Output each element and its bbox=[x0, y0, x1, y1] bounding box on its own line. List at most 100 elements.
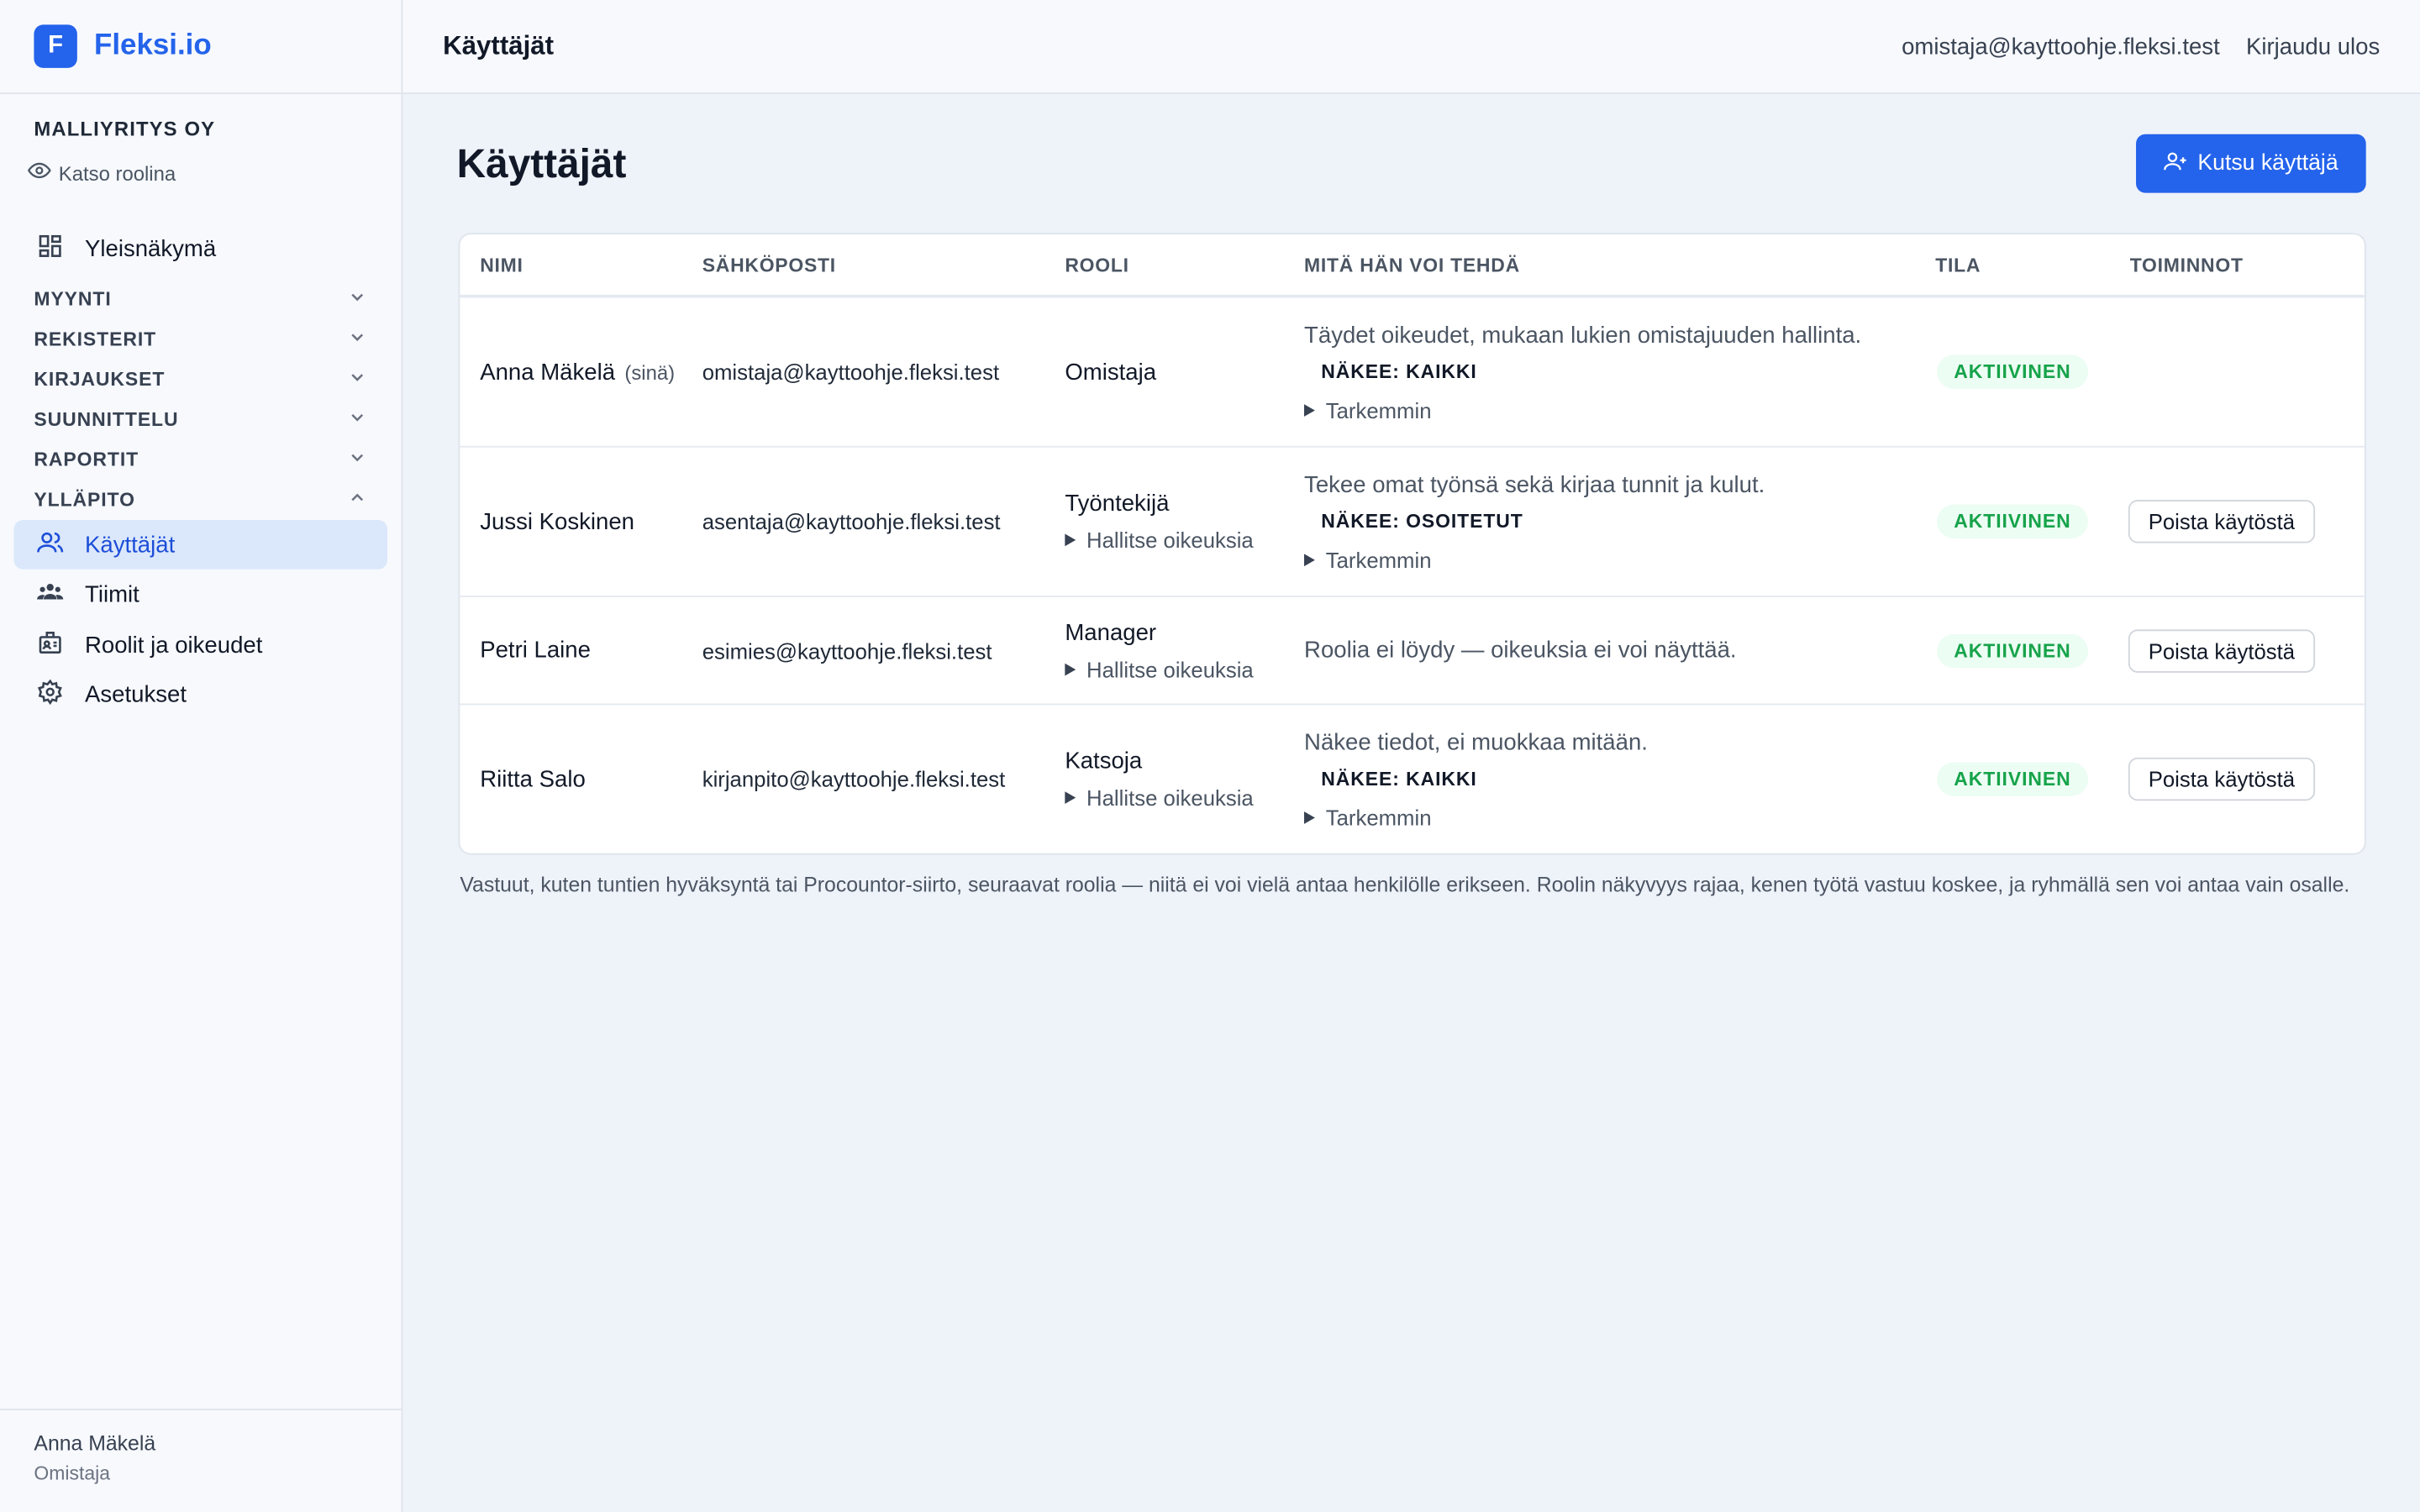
users-icon bbox=[37, 528, 64, 561]
user-email: kirjanpito@kayttoohje.fleksi.test bbox=[702, 766, 1006, 792]
header-actions: TOIMINNOT bbox=[2129, 254, 2244, 276]
current-user-role: Omistaja bbox=[34, 1462, 111, 1484]
details-label: Tarkemmin bbox=[1325, 547, 1432, 572]
user-name-text: Anna Mäkelä bbox=[480, 359, 616, 386]
section-label: KIRJAUKSET bbox=[34, 368, 166, 391]
header-state: TILA bbox=[1935, 254, 1981, 276]
eye-icon bbox=[27, 159, 59, 186]
header-email: SÄHKÖPOSTI bbox=[702, 254, 836, 276]
visibility-label: NÄKEE: KAIKKI bbox=[1321, 767, 1477, 790]
table-row: Petri Laine esimies@kayttoohje.fleksi.te… bbox=[460, 597, 2365, 706]
page-title: Käyttäjät bbox=[456, 139, 627, 186]
table-header: NIMI SÄHKÖPOSTI ROOLI MITÄ HÄN VOI TEHDÄ… bbox=[460, 234, 2365, 298]
manage-label: Hallitse oikeuksia bbox=[1086, 528, 1254, 553]
sidebar: F Fleksi.io MALLIYRITYS OY Katso roolina… bbox=[0, 0, 403, 1512]
user-name: Anna Mäkelä (sinä) bbox=[460, 359, 702, 385]
section-myynti[interactable]: MYYNTI bbox=[0, 279, 402, 319]
section-suunnittelu[interactable]: SUUNNITTELU bbox=[0, 400, 402, 440]
gear-icon bbox=[37, 679, 63, 711]
sidebar-item-label: Käyttäjät bbox=[85, 531, 176, 558]
status-badge: AKTIIVINEN bbox=[1937, 633, 2088, 668]
user-email: omistaja@kayttoohje.fleksi.test bbox=[702, 359, 1000, 385]
sidebar-item-label: Tiimit bbox=[85, 581, 139, 608]
dashboard-icon bbox=[37, 232, 63, 265]
sidebar-item-overview[interactable]: Yleisnäkymä bbox=[14, 223, 387, 273]
sidebar-item-roles[interactable]: Roolit ja oikeudet bbox=[14, 620, 387, 669]
user-state: AKTIIVINEN bbox=[1935, 354, 2129, 389]
user-name: Jussi Koskinen bbox=[480, 508, 635, 535]
user-permissions: Näkee tiedot, ei muokkaa mitään. NÄKEE: … bbox=[1304, 729, 1935, 829]
details-toggle[interactable]: Tarkemmin bbox=[1304, 547, 1935, 572]
manage-permissions-toggle[interactable]: Hallitse oikeuksia bbox=[1065, 657, 1304, 681]
responsibilities-note: Vastuut, kuten tuntien hyväksyntä tai Pr… bbox=[460, 873, 2350, 897]
role-name: Manager bbox=[1065, 619, 1157, 646]
details-label: Tarkemmin bbox=[1325, 396, 1432, 423]
deactivate-button[interactable]: Poista käytöstä bbox=[2128, 500, 2315, 543]
app-root: F Fleksi.io MALLIYRITYS OY Katso roolina… bbox=[0, 0, 2420, 1512]
user-actions: Poista käytöstä bbox=[2128, 500, 2365, 543]
current-user: Anna Mäkelä Omistaja bbox=[0, 1408, 402, 1512]
chevron-down-icon bbox=[347, 448, 367, 472]
user-state: AKTIIVINEN bbox=[1935, 504, 2129, 539]
details-toggle[interactable]: Tarkemmin bbox=[1304, 805, 1935, 829]
section-kirjaukset[interactable]: KIRJAUKSET bbox=[0, 360, 402, 400]
org-name: MALLIYRITYS OY bbox=[34, 117, 216, 141]
user-role: Työntekijä Hallitse oikeuksia bbox=[1065, 491, 1304, 553]
chevron-down-icon bbox=[347, 407, 367, 432]
sidebar-item-teams[interactable]: Tiimit bbox=[14, 570, 387, 620]
role-name: Omistaja bbox=[1065, 359, 1157, 386]
sidebar-item-label: Asetukset bbox=[85, 681, 187, 709]
status-badge: AKTIIVINEN bbox=[1937, 504, 2088, 539]
header-name: NIMI bbox=[480, 254, 523, 276]
user-email: asentaja@kayttoohje.fleksi.test bbox=[702, 509, 1001, 534]
section-yllapito[interactable]: YLLÄPITO bbox=[0, 480, 402, 520]
manage-permissions-toggle[interactable]: Hallitse oikeuksia bbox=[1065, 785, 1304, 810]
header-role: ROOLI bbox=[1065, 254, 1129, 276]
brand-name: Fleksi.io bbox=[94, 29, 212, 62]
section-label: REKISTERIT bbox=[34, 328, 157, 350]
user-name: Petri Laine bbox=[480, 637, 591, 664]
section-label: SUUNNITTELU bbox=[34, 408, 179, 431]
header-permissions: MITÄ HÄN VOI TEHDÄ bbox=[1304, 254, 1520, 276]
users-table: NIMI SÄHKÖPOSTI ROOLI MITÄ HÄN VOI TEHDÄ… bbox=[458, 233, 2366, 855]
manage-permissions-toggle[interactable]: Hallitse oikeuksia bbox=[1065, 528, 1304, 553]
section-label: RAPORTIT bbox=[34, 449, 139, 471]
logout-link[interactable]: Kirjaudu ulos bbox=[2246, 33, 2380, 59]
deactivate-button[interactable]: Poista käytöstä bbox=[2128, 628, 2315, 672]
sidebar-item-settings[interactable]: Asetukset bbox=[14, 670, 387, 720]
user-permissions: Tekee omat työnsä sekä kirjaa tunnit ja … bbox=[1304, 471, 1935, 572]
user-role: Manager Hallitse oikeuksia bbox=[1065, 619, 1304, 681]
section-label: MYYNTI bbox=[34, 288, 112, 311]
user-name: Riitta Salo bbox=[480, 765, 586, 793]
brand[interactable]: F Fleksi.io bbox=[0, 0, 402, 95]
invite-user-button[interactable]: Kutsu käyttäjä bbox=[2135, 134, 2366, 193]
permissions-description: Roolia ei löydy — oikeuksia ei voi näytt… bbox=[1304, 637, 1737, 664]
content: Käyttäjät Kutsu käyttäjä NIMI SÄHKÖPOSTI… bbox=[402, 94, 2420, 900]
sidebar-nav: Yleisnäkymä MYYNTI REKISTERIT KIRJAUKSET… bbox=[0, 223, 402, 720]
view-as-label: Katso roolina bbox=[58, 160, 176, 185]
sidebar-item-users[interactable]: Käyttäjät bbox=[13, 519, 388, 570]
deactivate-button[interactable]: Poista käytöstä bbox=[2128, 757, 2315, 801]
table-row: Anna Mäkelä (sinä) omistaja@kayttoohje.f… bbox=[460, 297, 2365, 448]
main: Käyttäjät omistaja@kayttoohje.fleksi.tes… bbox=[402, 0, 2420, 1512]
status-badge: AKTIIVINEN bbox=[1937, 762, 2088, 796]
sidebar-item-label: Roolit ja oikeudet bbox=[85, 632, 263, 659]
visibility-label: NÄKEE: OSOITETUT bbox=[1321, 510, 1523, 532]
section-raportit[interactable]: RAPORTIT bbox=[0, 439, 402, 480]
sidebar-item-label: Yleisnäkymä bbox=[85, 235, 217, 262]
details-toggle[interactable]: Tarkemmin bbox=[1304, 397, 1935, 422]
user-state: AKTIIVINEN bbox=[1935, 762, 2129, 796]
view-as-role-button[interactable]: Katso roolina bbox=[27, 159, 367, 186]
permissions-description: Tekee omat työnsä sekä kirjaa tunnit ja … bbox=[1304, 471, 1765, 498]
user-actions: Poista käytöstä bbox=[2128, 628, 2365, 672]
topbar-title: Käyttäjät bbox=[443, 30, 555, 60]
table-row: Riitta Salo kirjanpito@kayttoohje.fleksi… bbox=[460, 705, 2365, 853]
user-permissions: Roolia ei löydy — oikeuksia ei voi näytt… bbox=[1304, 638, 1935, 664]
section-label: YLLÄPITO bbox=[34, 489, 135, 511]
triangle-right-icon bbox=[1304, 403, 1315, 417]
section-rekisterit[interactable]: REKISTERIT bbox=[0, 319, 402, 360]
details-label: Tarkemmin bbox=[1325, 804, 1432, 830]
user-email: esimies@kayttoohje.fleksi.test bbox=[702, 638, 992, 663]
badge-icon bbox=[37, 628, 63, 661]
user-actions: Poista käytöstä bbox=[2128, 757, 2365, 801]
